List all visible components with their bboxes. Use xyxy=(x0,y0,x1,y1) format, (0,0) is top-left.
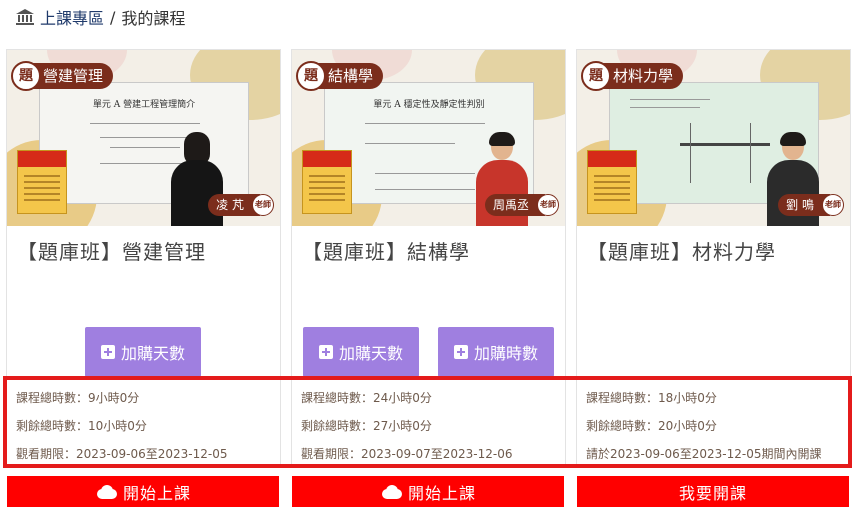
activate-course-button[interactable]: 我要開課 xyxy=(577,476,849,507)
course-thumbnail[interactable]: 題 材料力學 劉 鳴 老師 xyxy=(577,50,850,226)
subject-tag: 題 結構學 xyxy=(296,61,384,91)
add-days-button[interactable]: 加購天數 xyxy=(303,327,419,377)
course-title[interactable]: 【題庫班】結構學 xyxy=(302,236,470,265)
course-thumbnail[interactable]: 單元 A 穩定性及靜定性判別 題 結構學 周禹丞 老師 xyxy=(292,50,565,226)
breadcrumb: 上課專區 / 我的課程 xyxy=(16,6,185,28)
teacher-label: 凌 芃 老師 xyxy=(208,194,274,216)
add-days-button[interactable]: 加購天數 xyxy=(85,327,201,377)
total-hours: 課程總時數：9小時0分 xyxy=(16,391,140,405)
course-title[interactable]: 【題庫班】營建管理 xyxy=(17,236,206,265)
plus-icon xyxy=(318,345,333,359)
course-card: 單元 A 營建工程管理簡介 題 營建管理 凌 芃 老師 【題庫班】營建管理 加購… xyxy=(6,49,281,467)
breadcrumb-separator: / xyxy=(110,7,116,27)
start-class-button[interactable]: 開始上課 xyxy=(7,476,279,507)
teacher-label: 劉 鳴 老師 xyxy=(778,194,844,216)
subject-tag: 題 營建管理 xyxy=(11,61,114,91)
breadcrumb-home-link[interactable]: 上課專區 xyxy=(40,5,104,29)
start-class-button[interactable]: 開始上課 xyxy=(292,476,564,507)
remaining-hours: 剩餘總時數：20小時0分 xyxy=(586,419,717,433)
textbook-image xyxy=(302,150,352,214)
course-card: 單元 A 穩定性及靜定性判別 題 結構學 周禹丞 老師 【題庫班】結構學 加購天… xyxy=(291,49,566,467)
total-hours: 課程總時數：18小時0分 xyxy=(586,391,717,405)
activation-period: 請於2023-09-06至2023-12-05期間內開課 xyxy=(586,447,822,461)
remaining-hours: 剩餘總時數：27小時0分 xyxy=(301,419,432,433)
subject-tag: 題 材料力學 xyxy=(581,61,684,91)
remaining-hours: 剩餘總時數：10小時0分 xyxy=(16,419,147,433)
course-card: 題 材料力學 劉 鳴 老師 【題庫班】材料力學 課程總時數：18小時0分 剩餘總… xyxy=(576,49,851,467)
cloud-icon xyxy=(96,484,117,499)
breadcrumb-current: 我的課程 xyxy=(121,9,186,28)
add-hours-button[interactable]: 加購時數 xyxy=(438,327,554,377)
plus-icon xyxy=(453,345,468,359)
viewing-period: 觀看期限：2023-09-06至2023-12-05 xyxy=(16,447,228,461)
course-title[interactable]: 【題庫班】材料力學 xyxy=(587,236,776,265)
cloud-icon xyxy=(381,484,402,499)
viewing-period: 觀看期限：2023-09-07至2023-12-06 xyxy=(301,447,513,461)
textbook-image xyxy=(17,150,67,214)
plus-icon xyxy=(100,345,115,359)
textbook-image xyxy=(587,150,637,214)
classroom-icon xyxy=(16,9,34,25)
course-thumbnail[interactable]: 單元 A 營建工程管理簡介 題 營建管理 凌 芃 老師 xyxy=(7,50,280,226)
teacher-label: 周禹丞 老師 xyxy=(484,194,559,216)
total-hours: 課程總時數：24小時0分 xyxy=(301,391,432,405)
